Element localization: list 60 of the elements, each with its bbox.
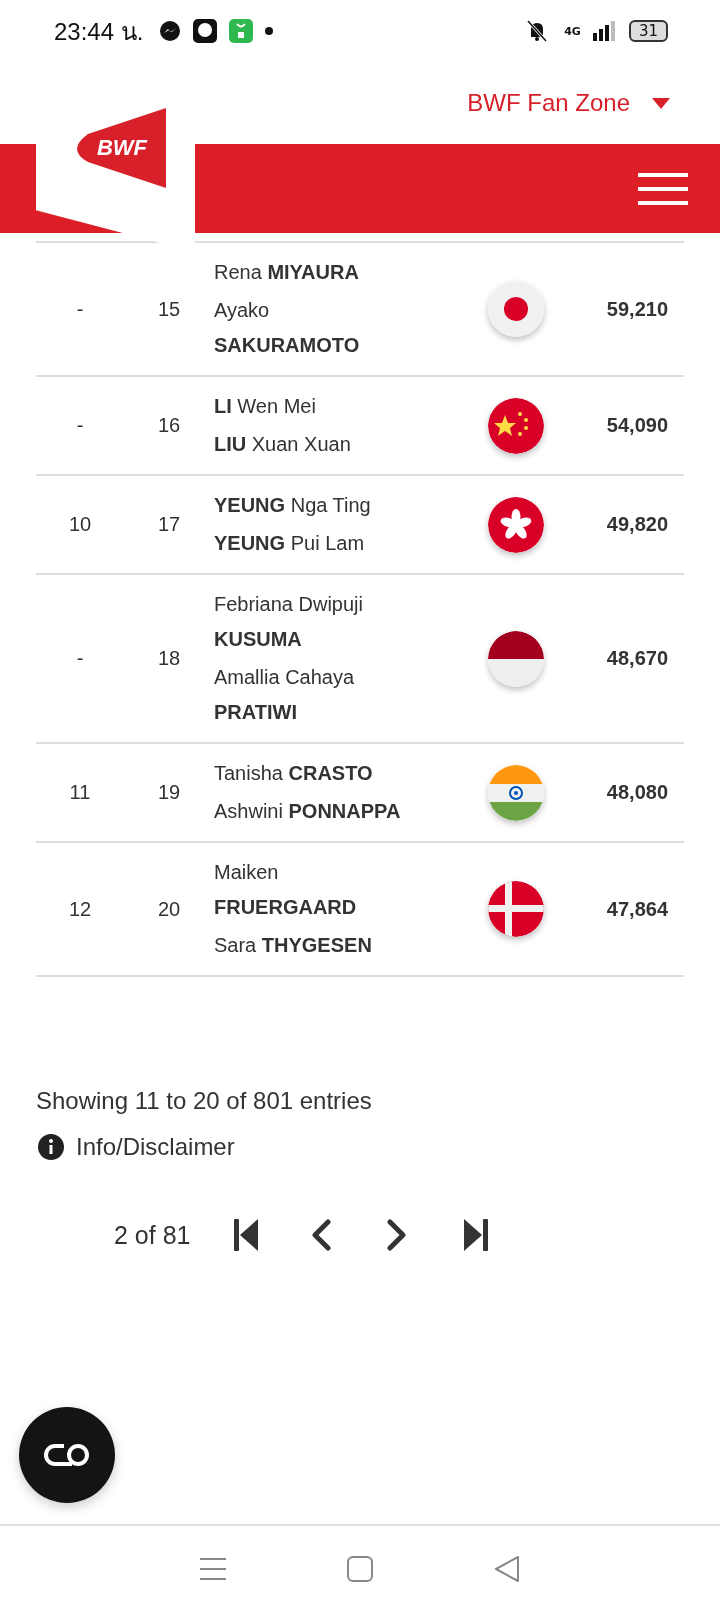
previous-rank: -: [75, 414, 85, 437]
rank: 18: [156, 647, 182, 670]
floating-action-button[interactable]: [19, 1407, 115, 1503]
points: 47,864: [605, 897, 669, 921]
home-button[interactable]: [347, 1556, 373, 1582]
player-name[interactable]: Ayako SAKURAMOTO: [214, 293, 406, 363]
player-name[interactable]: Ashwini PONNAPPA: [214, 794, 406, 829]
first-page-icon: [234, 1219, 260, 1251]
previous-rank: -: [75, 647, 85, 670]
rank: 16: [156, 414, 182, 437]
player-name[interactable]: Tanisha CRASTO: [214, 756, 406, 791]
player-name[interactable]: Maiken FRUERGAARD: [214, 855, 406, 925]
points: 48,670: [605, 647, 669, 670]
points: 54,090: [605, 414, 669, 437]
rank: 20: [156, 897, 182, 921]
flag-icon: [488, 496, 544, 553]
shopping-bag-icon: [229, 19, 254, 43]
app-icon: [193, 19, 218, 43]
flag-icon: [488, 881, 544, 937]
caret-icon[interactable]: [652, 97, 670, 109]
player-name[interactable]: Sara THYGESEN: [214, 928, 406, 963]
player-name[interactable]: LI Wen Mei: [214, 389, 406, 424]
dot-icon: [265, 27, 274, 35]
recent-apps-button[interactable]: [200, 1557, 227, 1581]
player-name[interactable]: Rena MIYAURA: [214, 255, 406, 290]
entries-summary: Showing 11 to 20 of 801 entries: [36, 1087, 373, 1115]
rank: 15: [156, 297, 182, 321]
points: 48,080: [605, 781, 669, 804]
player-name[interactable]: Amallia Cahaya PRATIWI: [214, 660, 406, 730]
previous-rank: 11: [68, 781, 92, 804]
flag-icon: [488, 397, 544, 454]
player-name[interactable]: YEUNG Nga Ting: [214, 488, 406, 523]
player-name[interactable]: LIU Xuan Xuan: [214, 427, 406, 462]
points: 59,210: [605, 297, 669, 321]
back-button[interactable]: [493, 1555, 520, 1583]
signal-icon: [592, 21, 617, 41]
rank: 17: [156, 513, 182, 536]
info-icon: [38, 1134, 64, 1160]
fan-zone-link[interactable]: BWF Fan Zone: [467, 89, 630, 117]
battery-level: 31: [628, 20, 668, 42]
chevron-left-icon: [310, 1219, 332, 1251]
disclaimer-link[interactable]: Info/Disclaimer: [76, 1133, 235, 1161]
flag-icon: [488, 281, 544, 337]
points: 49,820: [605, 513, 669, 536]
menu-icon[interactable]: [638, 172, 688, 205]
link-icon: [42, 1442, 92, 1468]
player-name[interactable]: Febriana Dwipuji KUSUMA: [214, 587, 406, 657]
status-time: 23:44 น.: [54, 16, 144, 47]
chevron-right-icon: [386, 1219, 408, 1251]
page-indicator: 2 of 81: [114, 1220, 192, 1250]
flag-icon: [488, 630, 544, 687]
player-name[interactable]: YEUNG Pui Lam: [214, 526, 406, 561]
rank: 19: [156, 781, 182, 804]
flag-icon: [488, 764, 544, 821]
previous-rank: 10: [67, 513, 93, 536]
previous-rank: -: [75, 297, 85, 321]
last-page-icon: [462, 1219, 488, 1251]
network-type: 4G: [564, 24, 581, 38]
messenger-icon: [159, 20, 182, 42]
previous-rank: 12: [67, 897, 93, 921]
